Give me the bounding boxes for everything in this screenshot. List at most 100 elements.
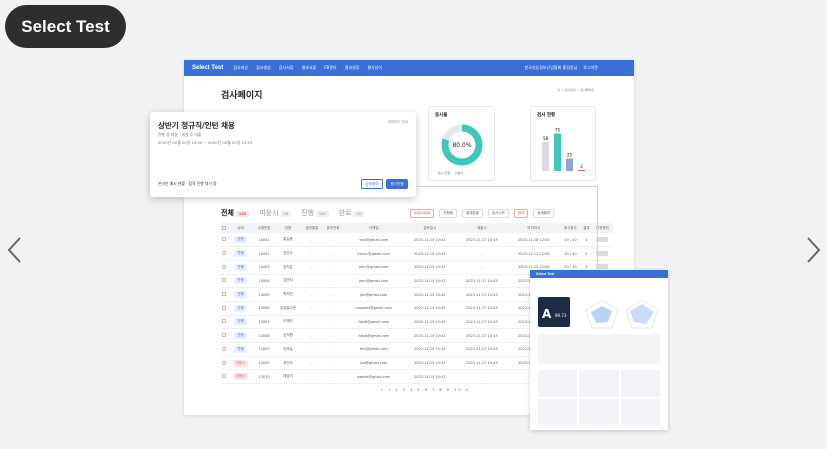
status-bar xyxy=(554,133,561,171)
checkbox[interactable] xyxy=(222,225,227,230)
applicant-name: 예담이 xyxy=(274,369,302,385)
applicant-name: 김지은 xyxy=(274,260,302,275)
applicant-name: 임유릴그린 xyxy=(274,301,302,316)
column-header: 이메일 xyxy=(343,223,404,233)
page-title: 검사페이지 xyxy=(221,91,263,101)
status-bar-chart: 58 75 25 2 xyxy=(542,128,585,171)
access-time: 2023-11-15 10:43 xyxy=(403,301,456,316)
radar-chart xyxy=(585,299,619,329)
applicant-name: 김민지 xyxy=(274,274,302,289)
submit-time: 2023-11-17 10:43 xyxy=(455,328,508,343)
apply-rate-value: 80.0% xyxy=(452,142,471,149)
status-title: 검사 현황 xyxy=(537,113,556,118)
column-header: 성명 xyxy=(274,223,302,233)
row-checkbox[interactable] xyxy=(222,346,227,351)
select-test-button[interactable]: Select Test xyxy=(5,5,126,48)
access-time: 2023-11-15 10:43 xyxy=(403,328,456,343)
status-badge: 진행 xyxy=(234,236,247,244)
row-checkbox[interactable] xyxy=(222,360,227,365)
row-checkbox[interactable] xyxy=(222,251,227,256)
score-value: 89.73 xyxy=(555,313,567,318)
exam-id: 13009 xyxy=(253,356,275,371)
nav-item[interactable]: 검사생성 xyxy=(256,65,271,70)
view-button[interactable] xyxy=(596,236,609,242)
row-checkbox[interactable] xyxy=(222,264,227,269)
applicant-email: jon@gmail.com xyxy=(343,287,404,302)
applicant-email: fdsdt@gmail.com xyxy=(343,315,404,330)
legend-none: 미응시 xyxy=(455,171,464,175)
donut-chart: 80.0% xyxy=(441,124,483,166)
tab-all[interactable]: 전체 120 xyxy=(221,208,250,218)
bar-label: 25 xyxy=(567,153,573,158)
row-checkbox[interactable] xyxy=(222,305,227,310)
applicant-name: 이재민 xyxy=(274,315,302,330)
row-checkbox[interactable] xyxy=(222,374,227,379)
grade-box: A 89.73 xyxy=(538,297,570,327)
row-checkbox[interactable] xyxy=(222,319,227,324)
tab-not-taken[interactable]: 미응시 10 xyxy=(259,208,291,218)
column-header: 수험번호 xyxy=(253,223,275,233)
applicant-name: 홍길동 xyxy=(274,233,302,248)
tab-in-progress[interactable]: 진행 100 xyxy=(301,208,329,218)
tab-done[interactable]: 완료 10 xyxy=(339,208,364,218)
status-bar xyxy=(542,142,549,171)
apply-rate-card: 응시율 80.0% 응시 진행 미응시 xyxy=(428,106,495,181)
exam-id: 13006 xyxy=(253,301,275,316)
column-header: 휴대전화 xyxy=(322,223,344,233)
status-badge: 미응시 xyxy=(232,359,249,367)
app-logo[interactable]: Select Test xyxy=(192,65,223,71)
remind-link[interactable]: 리마인드 안내 xyxy=(388,120,408,125)
nav-item[interactable]: 결과설정 xyxy=(345,65,360,70)
status-tabs: 전체 120 미응시 10 진행 100 완료 10 xyxy=(221,208,364,218)
view-button[interactable] xyxy=(596,264,609,270)
status-badge: 진행 xyxy=(234,332,247,340)
applicant-email: yqeort@gmail.com xyxy=(343,369,404,385)
applicant-email: jud@gmail.com xyxy=(343,356,404,371)
popup-title: 상반기 정규직/인턴 채용 xyxy=(158,121,235,130)
nav-item[interactable]: 검사대상 xyxy=(233,65,248,70)
exam-id: 13008 xyxy=(253,328,275,343)
recruit-popup: 상반기 정규직/인턴 채용 리마인드 안내 진행 중 채용 · 개설 후 미출 … xyxy=(150,112,416,197)
column-header: 상태 xyxy=(227,223,254,233)
submit-time: 2023-11-17 10:43 xyxy=(455,356,508,371)
screenshot-detail: Select Test A 89.73 xyxy=(530,270,668,430)
next-arrow-icon[interactable] xyxy=(804,236,822,264)
pagination[interactable]: < 1 2 3 4 5 6 7 8 9 10 > xyxy=(380,388,471,392)
status-badge: 진행 xyxy=(234,318,247,326)
status-badge: 진행 xyxy=(234,277,247,285)
evaluate-button[interactable]: 평가진행 xyxy=(386,179,408,189)
radar-chart-2 xyxy=(625,299,659,329)
exam-id: 13009 xyxy=(253,342,275,357)
detail-button[interactable]: 상세정보 xyxy=(361,179,383,189)
submit-time: 2023-11-17 10:43 xyxy=(455,342,508,357)
exam-id: 14002 xyxy=(253,246,275,261)
access-time: 2023-11-15 10:43 xyxy=(403,369,456,385)
popup-period: 0000년 00월 00일 15:00 ~ 0000년 00월 00일 23:5… xyxy=(158,140,253,145)
applicant-name: 최민주 xyxy=(274,356,302,371)
submit-time: 2023-11-17 10:43 xyxy=(455,301,508,316)
nav-menu: 검사대상 검사생성 검사서류 결과서류 FB관리 결과설정 평사뷰어 xyxy=(233,65,390,71)
row-checkbox[interactable] xyxy=(222,278,227,283)
row-checkbox[interactable] xyxy=(222,333,227,338)
applicant-email: test@gmail.com xyxy=(343,233,404,248)
prev-arrow-icon[interactable] xyxy=(6,236,24,264)
nav-item[interactable]: 평사뷰어 xyxy=(367,65,382,70)
exam-id: 14001 xyxy=(253,233,275,248)
status-badge: 미응시 xyxy=(232,373,249,381)
detail-logo: Select Test xyxy=(530,270,668,278)
nav-item[interactable]: 결과서류 xyxy=(301,65,316,70)
logout-link[interactable]: 로그아웃 xyxy=(583,65,598,71)
row-checkbox[interactable] xyxy=(222,237,227,242)
connector-line xyxy=(416,186,598,270)
applicant-email: kimnc@gmail.com xyxy=(343,246,404,261)
nav-item[interactable]: FB관리 xyxy=(324,65,336,70)
row-checkbox[interactable] xyxy=(222,292,227,297)
applicant-email: john@gmail.com xyxy=(343,260,404,275)
status-badge: 진행 xyxy=(234,345,247,353)
exam-id: 14003 xyxy=(253,260,275,275)
view-button[interactable] xyxy=(596,250,609,256)
nav-item[interactable]: 검사서류 xyxy=(279,65,294,70)
grade-value: A xyxy=(542,307,552,321)
submit-time: 2023-11-17 10:43 xyxy=(455,287,508,302)
access-time: 2023-11-15 10:43 xyxy=(403,315,456,330)
